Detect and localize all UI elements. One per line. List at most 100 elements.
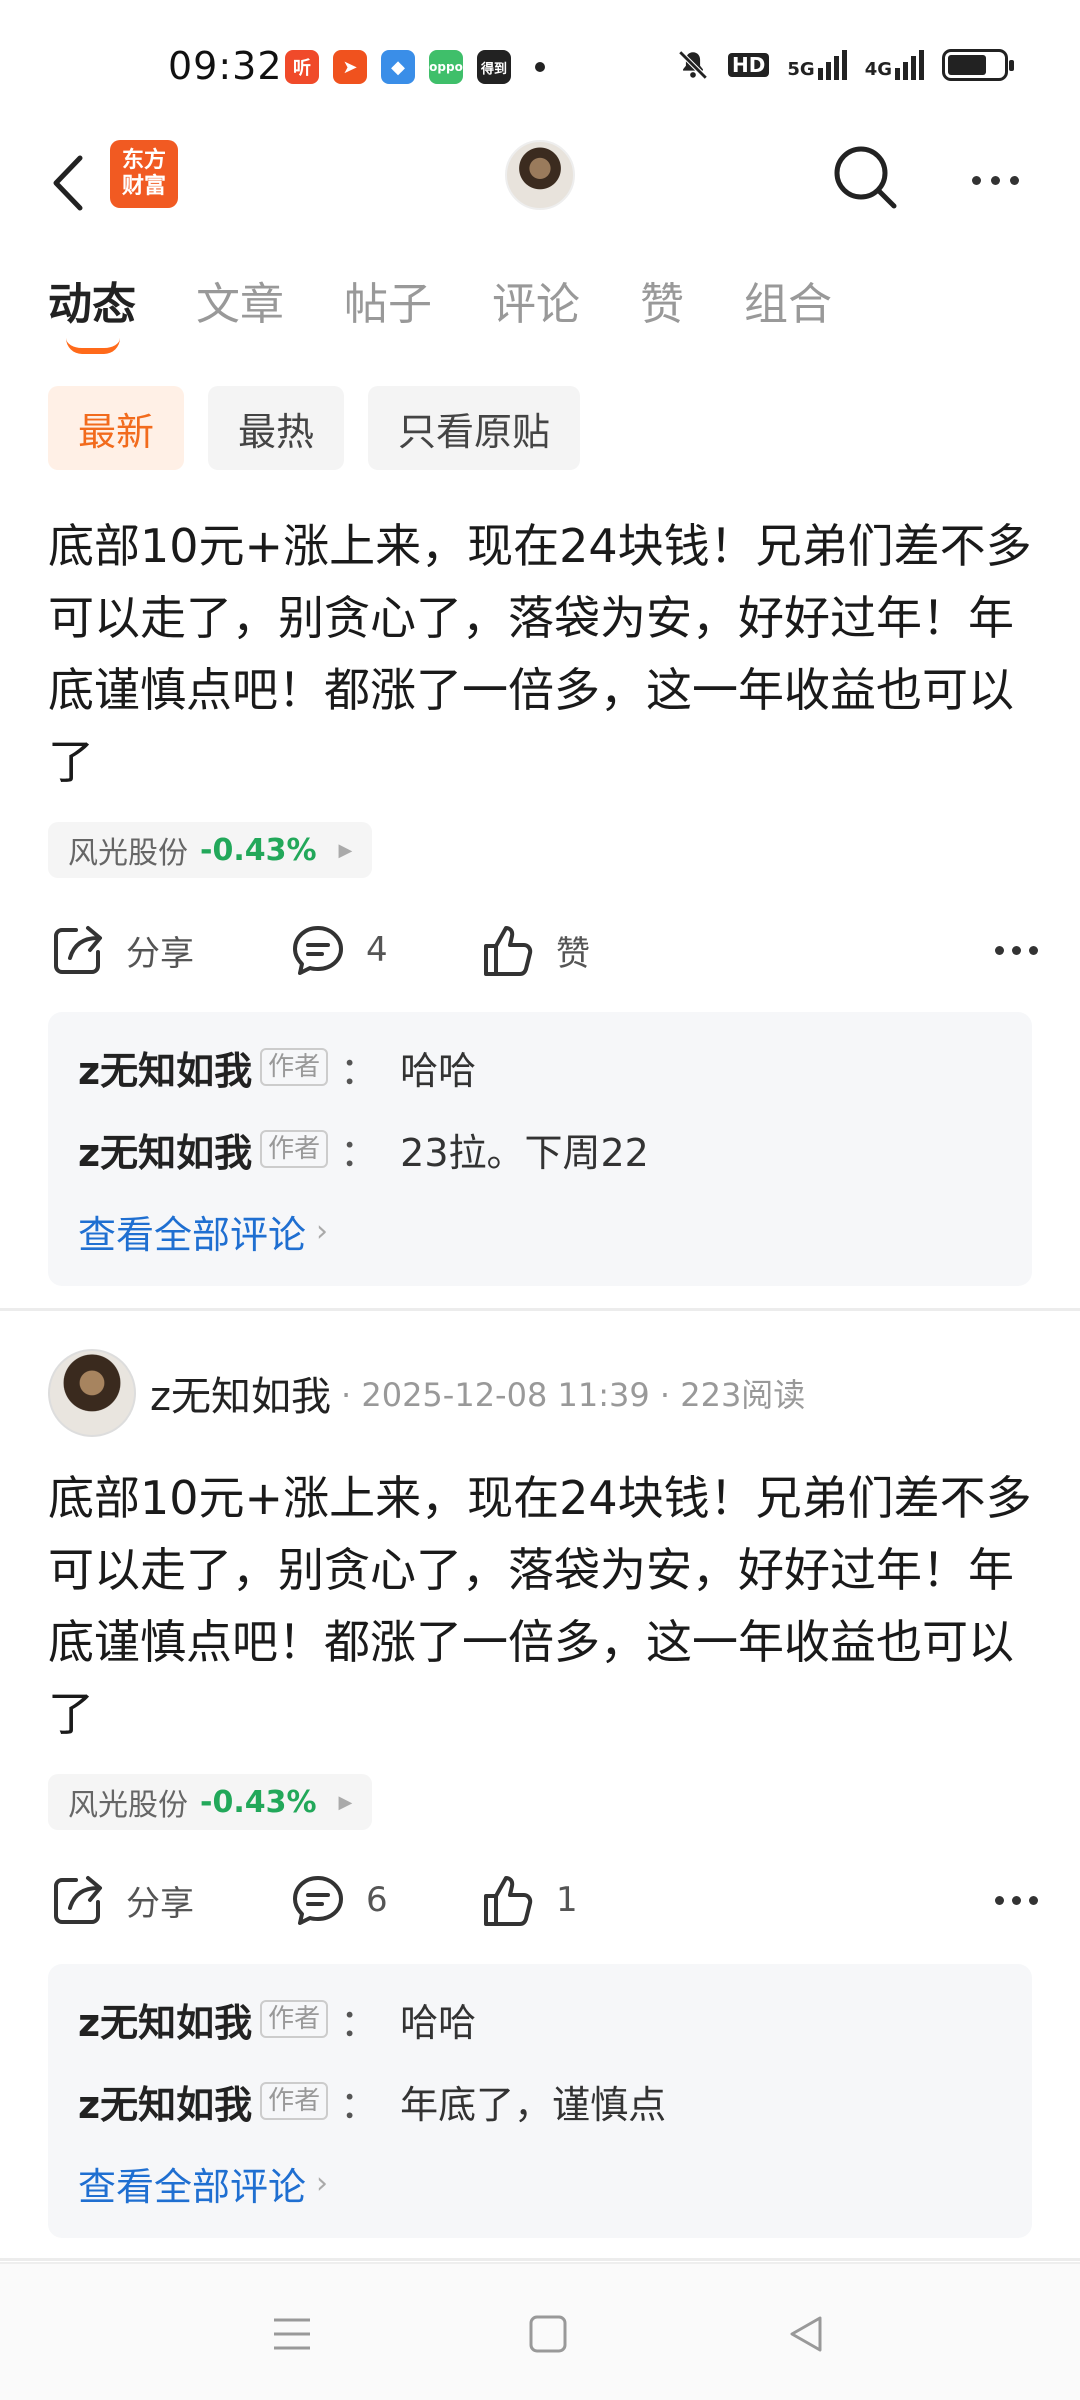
author-badge: 作者	[260, 1048, 329, 1086]
oppo-app-icon: oppo	[429, 50, 463, 84]
chevron-right-icon: ›	[316, 1213, 329, 1249]
comment-count: 6	[366, 1880, 388, 1920]
post-more-button[interactable]	[995, 910, 1038, 990]
more-icon	[995, 1895, 1004, 1905]
tab-dynamics[interactable]: 动态	[48, 268, 136, 354]
share-icon	[54, 926, 102, 974]
4g-signal-icon: 4G	[865, 50, 924, 80]
comment-user[interactable]: z无知如我	[78, 1992, 252, 2047]
comment-user[interactable]: z无知如我	[78, 1040, 252, 1095]
profile-avatar[interactable]	[505, 140, 575, 210]
post-divider	[0, 2258, 1080, 2261]
ting-app-icon: 听	[285, 50, 319, 84]
hd-icon: HD	[728, 53, 770, 77]
dedao-app-icon: 得到	[477, 50, 511, 84]
post-text[interactable]: 底部10元+涨上来，现在24块钱！兄弟们差不多可以走了，别贪心了，落袋为安，好好…	[48, 510, 1038, 798]
tab-posts[interactable]: 帖子	[344, 268, 432, 332]
tab-portfolios[interactable]: 组合	[744, 268, 832, 332]
comment-button[interactable]: 4	[288, 910, 388, 990]
comment-text: 哈哈	[400, 1048, 477, 1093]
comment-button[interactable]: 6	[288, 1860, 388, 1940]
home-button[interactable]	[518, 2304, 578, 2364]
post-actions: 分享 6 1	[48, 1860, 1038, 1940]
stock-tag[interactable]: 风光股份 -0.43% ▶	[48, 1774, 373, 1830]
top-header: 东方 财富	[0, 130, 1080, 240]
status-time: 09:32	[168, 44, 283, 88]
comment-row[interactable]: z无知如我 作者 ： 23拉。下周22	[78, 1108, 1002, 1190]
stock-name: 风光股份	[68, 1788, 188, 1823]
sort-filters: 最新 最热 只看原贴	[48, 386, 581, 470]
comment-count: 4	[366, 930, 388, 970]
triangle-right-icon: ▶	[338, 839, 353, 861]
post-text[interactable]: 底部10元+涨上来，现在24块钱！兄弟们差不多可以走了，别贪心了，落袋为安，好好…	[48, 1462, 1038, 1750]
triangle-right-icon: ▶	[338, 1791, 353, 1813]
post-actions: 分享 4 赞	[48, 910, 1038, 990]
view-all-comments-link[interactable]: 查看全部评论 ›	[78, 2142, 1002, 2224]
tab-comments[interactable]: 评论	[492, 268, 580, 332]
share-label: 分享	[126, 933, 194, 974]
comment-text: 哈哈	[400, 2000, 477, 2045]
filter-original-only[interactable]: 只看原贴	[368, 386, 581, 470]
share-label: 分享	[126, 1883, 194, 1924]
comment-row[interactable]: z无知如我 作者 ： 年底了，谨慎点	[78, 2060, 1002, 2142]
status-app-icons: 听 ➤ ◆ oppo 得到	[285, 50, 545, 84]
shield-app-icon: ◆	[381, 50, 415, 84]
stock-change: -0.43%	[200, 832, 317, 868]
mute-bell-icon	[678, 50, 708, 80]
comment-bubble-icon	[293, 1876, 343, 1925]
share-button[interactable]: 分享	[48, 1860, 194, 1940]
filter-latest[interactable]: 最新	[48, 386, 185, 470]
like-button[interactable]: 1	[478, 1860, 578, 1940]
5g-signal-icon: 5G	[787, 50, 847, 80]
thumbs-up-icon	[484, 1876, 533, 1926]
post-divider	[0, 1308, 1080, 1311]
system-nav-bar	[0, 2262, 1080, 2400]
notification-dot-icon	[535, 62, 545, 72]
comment-preview: z无知如我 作者 ： 哈哈 z无知如我 作者 ： 23拉。下周22 查看全部评论…	[48, 1012, 1032, 1286]
comment-row[interactable]: z无知如我 作者 ： 哈哈	[78, 1978, 1002, 2060]
square-home-icon	[529, 2315, 567, 2353]
filter-hottest[interactable]: 最热	[208, 386, 345, 470]
more-options-button[interactable]	[960, 150, 1030, 210]
stock-name: 风光股份	[68, 836, 188, 871]
like-label: 赞	[556, 933, 590, 974]
comment-user[interactable]: z无知如我	[78, 2074, 252, 2129]
author-name[interactable]: z无知如我	[150, 1364, 331, 1422]
share-icon	[54, 1876, 102, 1924]
more-icon	[995, 945, 1004, 955]
author-badge: 作者	[260, 2000, 329, 2038]
back-nav-button[interactable]	[776, 2304, 836, 2364]
chevron-right-icon: ›	[316, 2165, 329, 2201]
tab-articles[interactable]: 文章	[196, 268, 284, 332]
eastmoney-logo[interactable]: 东方 财富	[110, 140, 178, 208]
profile-tabs: 动态 文章 帖子 评论 赞 组合	[48, 268, 832, 354]
like-button[interactable]: 赞	[478, 910, 590, 990]
recents-button[interactable]	[262, 2304, 322, 2364]
comment-preview: z无知如我 作者 ： 哈哈 z无知如我 作者 ： 年底了，谨慎点 查看全部评论 …	[48, 1964, 1032, 2238]
post-author-row: z无知如我 · 2025-12-08 11:39 · 223阅读	[48, 1348, 805, 1438]
back-button[interactable]	[44, 148, 104, 218]
send-app-icon: ➤	[333, 50, 367, 84]
author-badge: 作者	[260, 2082, 329, 2120]
comment-user[interactable]: z无知如我	[78, 1122, 252, 1177]
comment-row[interactable]: z无知如我 作者 ： 哈哈	[78, 1026, 1002, 1108]
triangle-back-icon	[790, 2316, 822, 2352]
author-badge: 作者	[260, 1130, 329, 1168]
comment-text: 23拉。下周22	[400, 1130, 649, 1175]
author-avatar[interactable]	[48, 1349, 136, 1437]
search-button[interactable]	[830, 142, 900, 212]
stock-tag[interactable]: 风光股份 -0.43% ▶	[48, 822, 373, 878]
search-icon	[834, 146, 897, 209]
thumbs-up-icon	[484, 926, 533, 976]
tab-likes[interactable]: 赞	[640, 268, 684, 332]
stock-change: -0.43%	[200, 1784, 317, 1820]
status-bar: 09:32 听 ➤ ◆ oppo 得到 HD 5G 4G	[0, 0, 1080, 130]
more-icon	[971, 175, 981, 185]
menu-icon	[274, 2318, 310, 2350]
share-button[interactable]: 分享	[48, 910, 194, 990]
comment-text: 年底了，谨慎点	[400, 2082, 667, 2127]
post-more-button[interactable]	[995, 1860, 1038, 1940]
view-all-comments-link[interactable]: 查看全部评论 ›	[78, 1190, 1002, 1272]
battery-icon	[942, 49, 1014, 81]
post-meta: · 2025-12-08 11:39 · 223阅读	[341, 1376, 806, 1414]
